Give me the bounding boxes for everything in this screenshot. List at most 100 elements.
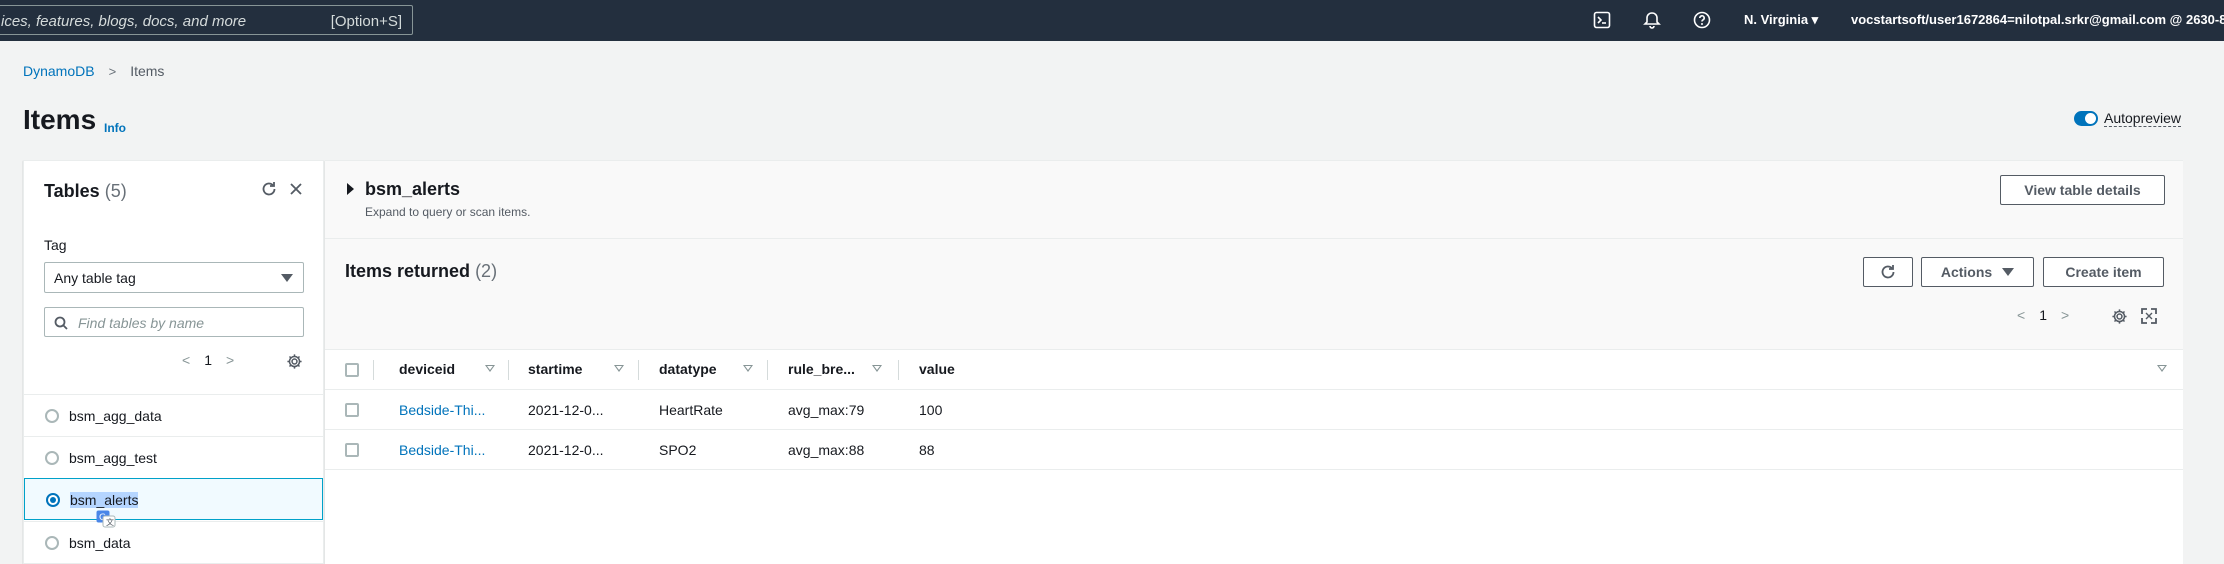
table-option-bsm-agg-data[interactable]: bsm_agg_data: [24, 394, 323, 436]
table-name: bsm_agg_test: [69, 450, 157, 466]
tag-label: Tag: [44, 237, 67, 253]
radio-button[interactable]: [45, 451, 59, 465]
close-icon[interactable]: [286, 179, 306, 199]
global-search-input[interactable]: ices, features, blogs, docs, and more [O…: [0, 5, 413, 35]
items-table: deviceid startime datatype rule_bre... v…: [325, 349, 2183, 564]
region-selector[interactable]: N. Virginia ▾: [1744, 12, 1818, 28]
actions-label: Actions: [1940, 264, 1993, 280]
help-icon[interactable]: [1692, 10, 1712, 30]
find-tables-placeholder: Find tables by name: [78, 315, 205, 331]
tag-select[interactable]: Any table tag: [44, 262, 304, 293]
table-option-bsm-data[interactable]: bsm_data: [24, 521, 323, 563]
actions-button[interactable]: Actions: [1921, 257, 2034, 287]
cell-datatype: SPO2: [659, 442, 697, 458]
radio-button-selected[interactable]: [46, 493, 60, 507]
cell-startime: 2021-12-0...: [528, 402, 604, 418]
row-checkbox[interactable]: [345, 403, 359, 417]
tag-select-value: Any table tag: [54, 270, 136, 286]
table-row[interactable]: Bedside-Thi... 2021-12-0... SPO2 avg_max…: [325, 430, 2183, 470]
column-divider: [638, 360, 639, 380]
radio-button[interactable]: [45, 536, 59, 550]
translate-icon[interactable]: G文: [96, 510, 116, 528]
chevron-right-icon: >: [108, 63, 117, 79]
search-icon: [54, 316, 68, 330]
cell-value: 100: [919, 402, 943, 418]
refresh-icon[interactable]: [259, 179, 279, 199]
chevron-right-icon[interactable]: >: [2061, 307, 2069, 323]
cell-rule-breach: avg_max:79: [788, 402, 865, 418]
items-table-header: deviceid startime datatype rule_bre... v…: [325, 350, 2183, 390]
table-detail-description: Expand to query or scan items.: [365, 205, 531, 219]
column-header-startime[interactable]: startime: [528, 361, 582, 377]
column-header-value[interactable]: value: [919, 361, 955, 377]
cell-rule-breach: avg_max:88: [788, 442, 865, 458]
autopreview-toggle[interactable]: Autopreview: [2074, 110, 2182, 127]
select-all-checkbox[interactable]: [345, 363, 359, 377]
region-label: N. Virginia: [1744, 12, 1809, 27]
expand-caret-icon[interactable]: [347, 183, 354, 195]
page-title: Items: [23, 104, 97, 135]
column-header-rule-breach[interactable]: rule_bre...: [788, 361, 855, 377]
chevron-left-icon[interactable]: <: [2017, 307, 2025, 323]
settings-icon[interactable]: [284, 351, 304, 371]
items-section: Items returned (2) Actions Create item <…: [325, 239, 2183, 564]
column-divider: [508, 360, 509, 380]
breadcrumb-dynamodb[interactable]: DynamoDB: [23, 63, 95, 79]
refresh-items-button[interactable]: [1863, 257, 1913, 287]
info-link[interactable]: Info: [104, 121, 126, 135]
find-tables-input[interactable]: Find tables by name: [44, 307, 304, 337]
tables-pagination: < 1 >: [182, 352, 234, 368]
sort-icon[interactable]: [614, 365, 624, 372]
sort-icon[interactable]: [2157, 365, 2167, 372]
row-checkbox[interactable]: [345, 443, 359, 457]
table-name: bsm_agg_data: [69, 408, 162, 424]
create-item-button[interactable]: Create item: [2043, 257, 2164, 287]
toggle-switch[interactable]: [2074, 111, 2098, 126]
fullscreen-icon[interactable]: [2139, 306, 2159, 326]
radio-button[interactable]: [45, 409, 59, 423]
cell-startime: 2021-12-0...: [528, 442, 604, 458]
tables-heading: Tables (5): [44, 181, 127, 202]
tables-panel: Tables (5) Tag Any table tag Find tables…: [23, 160, 324, 564]
settings-icon[interactable]: [2109, 306, 2129, 326]
top-navigation: ices, features, blogs, docs, and more [O…: [0, 0, 2224, 41]
chevron-right-icon[interactable]: >: [226, 352, 234, 368]
items-pagination: < 1 >: [2017, 307, 2069, 323]
breadcrumb: DynamoDB > Items: [23, 63, 164, 79]
table-option-bsm-alerts[interactable]: bsm_alerts: [24, 478, 323, 520]
column-divider: [898, 360, 899, 380]
column-divider: [373, 360, 374, 380]
table-name: bsm_alerts: [70, 492, 139, 508]
table-option-bsm-agg-test[interactable]: bsm_agg_test: [24, 436, 323, 478]
breadcrumb-current: Items: [130, 63, 165, 79]
search-placeholder: ices, features, blogs, docs, and more: [1, 13, 247, 30]
tables-count: (5): [104, 181, 127, 201]
cell-deviceid[interactable]: Bedside-Thi...: [399, 442, 485, 458]
items-heading: Items returned (2): [345, 261, 497, 282]
cloudshell-icon[interactable]: [1592, 10, 1612, 30]
cell-value: 88: [919, 442, 935, 458]
caret-down-icon: [2002, 268, 2015, 276]
column-header-datatype[interactable]: datatype: [659, 361, 717, 377]
items-page-number[interactable]: 1: [2039, 307, 2047, 323]
svg-text:文: 文: [106, 517, 114, 527]
view-table-details-button[interactable]: View table details: [2000, 175, 2165, 205]
table-row[interactable]: Bedside-Thi... 2021-12-0... HeartRate av…: [325, 390, 2183, 430]
sort-icon[interactable]: [485, 365, 495, 372]
sort-icon[interactable]: [743, 365, 753, 372]
items-title: Items returned: [345, 261, 471, 281]
column-divider: [767, 360, 768, 380]
autopreview-label: Autopreview: [2104, 110, 2182, 127]
chevron-left-icon[interactable]: <: [182, 352, 190, 368]
refresh-icon: [1881, 265, 1895, 279]
column-header-deviceid[interactable]: deviceid: [399, 361, 455, 377]
tables-page-number[interactable]: 1: [204, 352, 212, 368]
sort-icon[interactable]: [872, 365, 882, 372]
selected-table-name[interactable]: bsm_alerts: [365, 179, 460, 200]
caret-down-icon: [281, 274, 293, 282]
table-name: bsm_data: [69, 535, 131, 551]
account-menu[interactable]: vocstartsoft/user1672864=nilotpal.srkr@g…: [1851, 12, 2224, 27]
cell-deviceid[interactable]: Bedside-Thi...: [399, 402, 485, 418]
bell-icon[interactable]: [1642, 10, 1662, 30]
search-shortcut: [Option+S]: [330, 13, 402, 30]
